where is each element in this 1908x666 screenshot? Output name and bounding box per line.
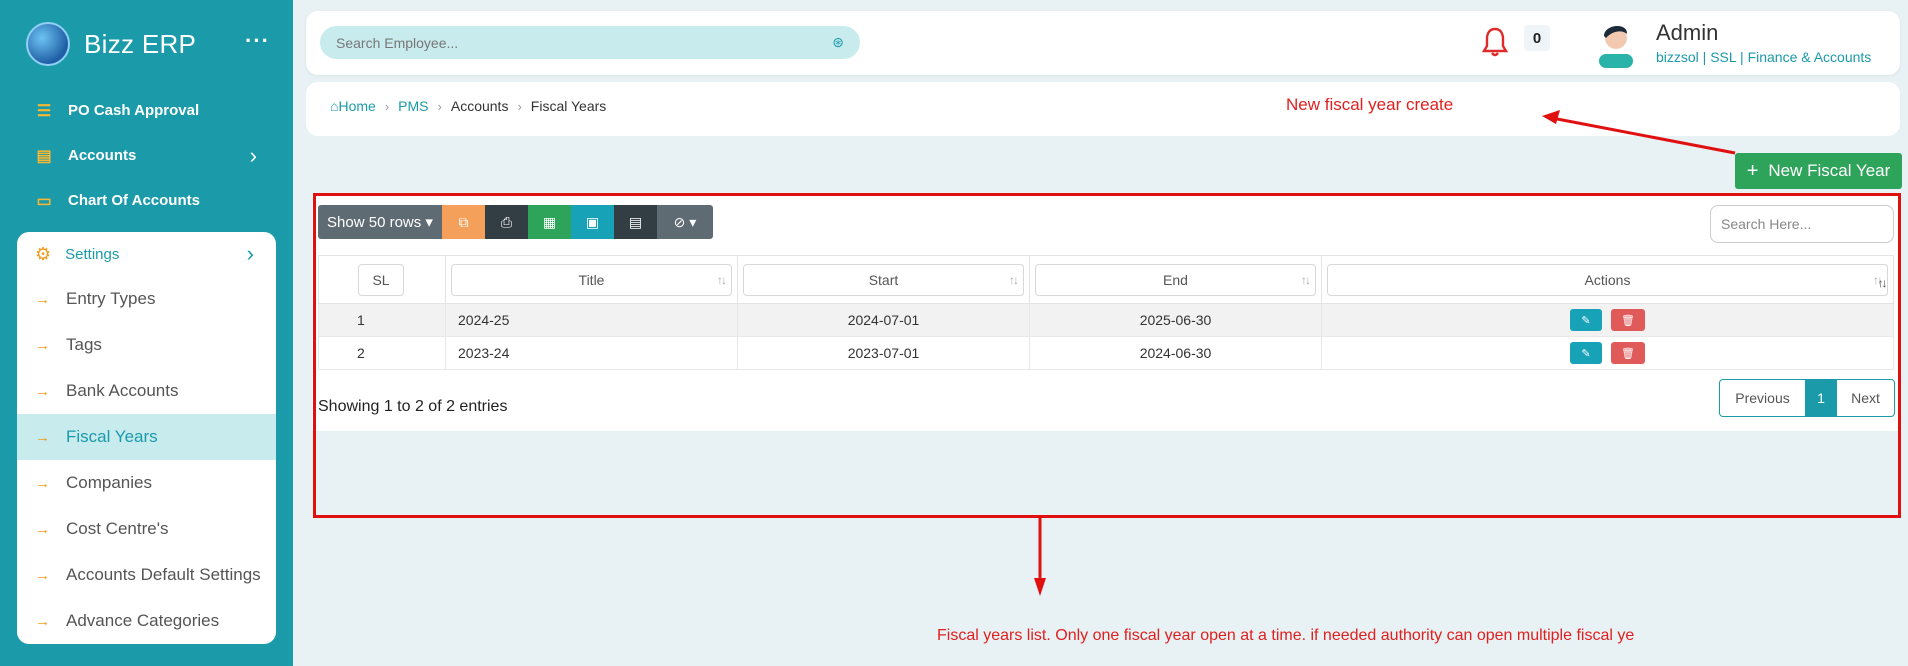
chevron-right-icon: › bbox=[246, 241, 254, 266]
app-name: Bizz ERP bbox=[84, 28, 197, 59]
list-icon: ☰ bbox=[36, 102, 52, 120]
user-organization: bizzsol | SSL | Finance & Accounts bbox=[1656, 49, 1872, 65]
arrow-right-icon: → bbox=[35, 520, 50, 538]
chevron-right-icon: › bbox=[384, 98, 390, 114]
breadcrumb-current: Fiscal Years bbox=[530, 98, 607, 114]
user-name[interactable]: Admin bbox=[1656, 20, 1718, 46]
annotation-new-fiscal-year: New fiscal year create bbox=[1286, 95, 1454, 114]
home-icon[interactable]: ⌂ bbox=[330, 98, 338, 114]
arrow-right-icon: → bbox=[35, 566, 50, 584]
sidebar-item-label: Entry Types bbox=[66, 289, 156, 308]
sidebar-item-label: Cost Centre's bbox=[66, 519, 169, 538]
top-nav: ☰ PO Cash Approval ▤ Accounts › ▭ Chart … bbox=[0, 88, 293, 223]
sidebar-item-tags[interactable]: → Tags bbox=[17, 322, 276, 368]
avatar[interactable] bbox=[1593, 18, 1639, 68]
sidebar: Bizz ERP ··· ☰ PO Cash Approval ▤ Accoun… bbox=[0, 0, 293, 666]
logo-globe-icon bbox=[26, 22, 70, 66]
settings-label: Settings bbox=[65, 245, 120, 263]
sidebar-item-bank-accounts[interactable]: → Bank Accounts bbox=[17, 368, 276, 414]
arrow-right-icon: → bbox=[35, 474, 50, 492]
sidebar-item-settings[interactable]: ⚙ Settings › bbox=[17, 232, 276, 276]
money-icon: ▭ bbox=[36, 192, 52, 210]
breadcrumb-home[interactable]: Home bbox=[338, 98, 375, 114]
breadcrumb-pms[interactable]: PMS bbox=[398, 98, 428, 114]
sidebar-item-label: Companies bbox=[66, 473, 152, 492]
sidebar-item-chart-of-accounts[interactable]: ▭ Chart Of Accounts bbox=[0, 178, 293, 223]
sidebar-item-po-cash-approval[interactable]: ☰ PO Cash Approval bbox=[0, 88, 293, 133]
settings-menu: ⚙ Settings › → Entry Types → Tags → Bank… bbox=[17, 232, 276, 644]
sidebar-item-entry-types[interactable]: → Entry Types bbox=[17, 276, 276, 322]
breadcrumb-bar: ⌂ Home › PMS › Accounts › Fiscal Years bbox=[306, 82, 1900, 136]
sidebar-item-label: PO Cash Approval bbox=[68, 102, 200, 119]
sidebar-item-label: Fiscal Years bbox=[66, 427, 158, 446]
arrow-right-icon: → bbox=[35, 612, 50, 630]
breadcrumb-accounts[interactable]: Accounts bbox=[451, 98, 509, 114]
settings-nodes-icon: ⚙ bbox=[35, 243, 52, 264]
new-fiscal-year-label: New Fiscal Year bbox=[1768, 161, 1891, 180]
annotation-highlight-box bbox=[313, 193, 1901, 518]
chevron-right-icon: › bbox=[249, 142, 257, 168]
sidebar-item-cost-centres[interactable]: → Cost Centre's bbox=[17, 506, 276, 552]
sidebar-item-companies[interactable]: → Companies bbox=[17, 460, 276, 506]
top-header: ⊛ 0 Admin bizzsol | SSL | Finance & Acco… bbox=[306, 11, 1900, 75]
arrow-right-icon: → bbox=[35, 428, 50, 446]
clipboard-icon: ▤ bbox=[36, 147, 52, 165]
arrow-right-icon: → bbox=[35, 382, 50, 400]
sidebar-item-accounts[interactable]: ▤ Accounts › bbox=[0, 133, 293, 178]
more-dots-icon[interactable]: ··· bbox=[245, 28, 270, 54]
chevron-right-icon: › bbox=[437, 98, 442, 114]
employee-search[interactable]: ⊛ bbox=[320, 26, 860, 59]
sidebar-item-label: Chart Of Accounts bbox=[68, 192, 200, 209]
sidebar-item-advance-categories[interactable]: → Advance Categories bbox=[17, 598, 276, 644]
sidebar-item-label: Advance Categories bbox=[66, 611, 220, 630]
search-user-icon[interactable]: ⊛ bbox=[832, 34, 844, 51]
sidebar-item-label: Tags bbox=[66, 335, 102, 354]
sidebar-item-label: Accounts bbox=[68, 147, 137, 164]
chevron-right-icon: › bbox=[517, 98, 522, 114]
employee-search-input[interactable] bbox=[336, 34, 833, 51]
breadcrumb: ⌂ Home › PMS › Accounts › Fiscal Years bbox=[330, 98, 606, 114]
annotation-arrowhead-bottom bbox=[1034, 578, 1046, 596]
bell-icon[interactable] bbox=[1479, 23, 1511, 61]
plus-icon: + bbox=[1746, 159, 1759, 182]
sidebar-item-fiscal-years[interactable]: → Fiscal Years bbox=[17, 414, 276, 460]
arrow-right-icon: → bbox=[35, 336, 50, 354]
brand[interactable]: Bizz ERP bbox=[26, 22, 196, 66]
new-fiscal-year-button[interactable]: + New Fiscal Year bbox=[1735, 153, 1902, 189]
sidebar-item-label: Bank Accounts bbox=[66, 381, 179, 400]
sidebar-item-accounts-default-settings[interactable]: → Accounts Default Settings bbox=[17, 552, 276, 598]
arrow-right-icon: → bbox=[35, 290, 50, 308]
notification-count[interactable]: 0 bbox=[1524, 25, 1550, 51]
annotation-fiscal-years-list: Fiscal years list. Only one fiscal year … bbox=[937, 627, 1635, 644]
sidebar-item-label: Accounts Default Settings bbox=[66, 565, 261, 584]
